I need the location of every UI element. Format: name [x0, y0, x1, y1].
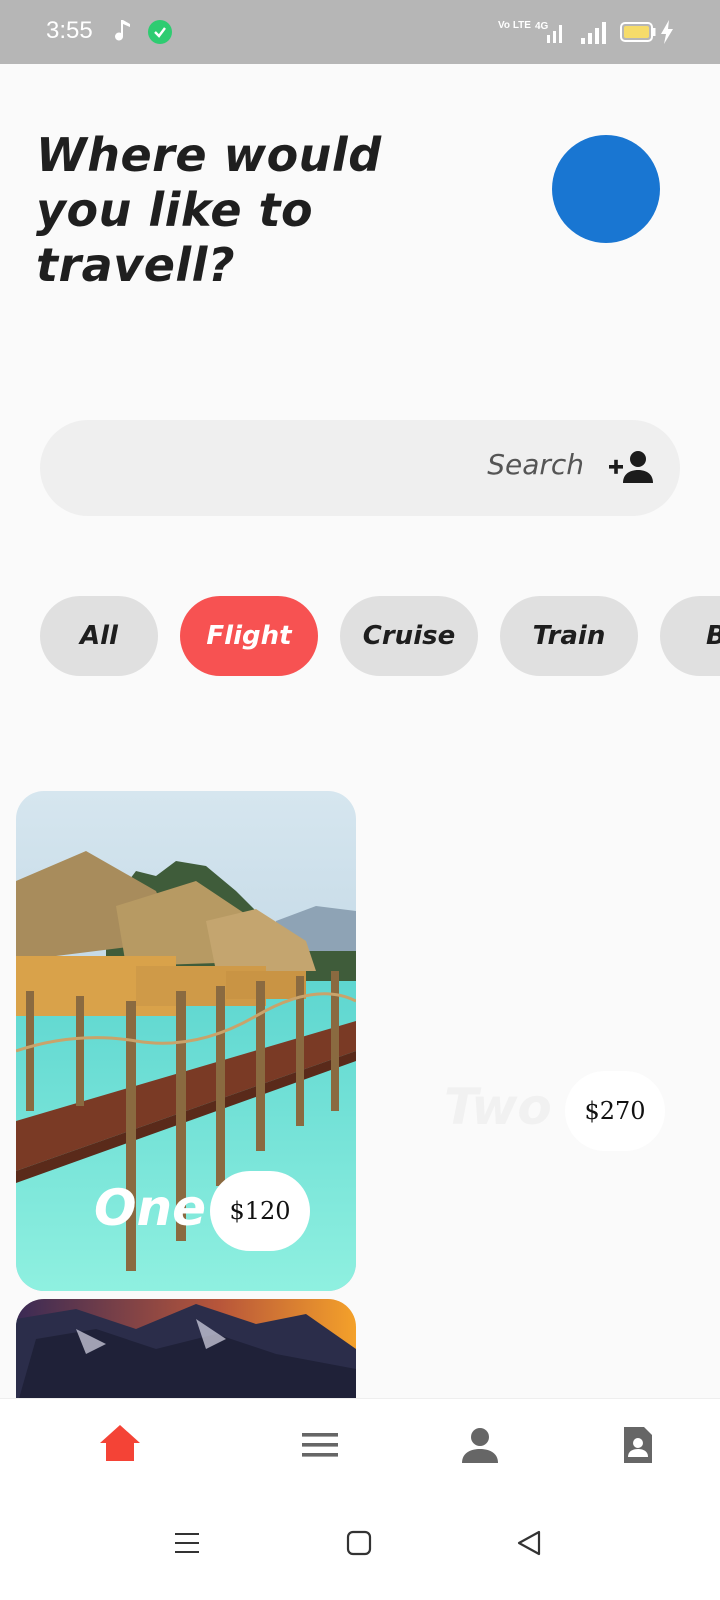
category-chips: All Flight Cruise Train B	[40, 596, 720, 676]
recent-apps-icon[interactable]	[172, 1528, 202, 1558]
page-title: Where would you like to travell?	[36, 128, 382, 292]
status-bar: 3:55 Vo LTE 4G	[0, 0, 720, 64]
4g-signal-icon: 4G	[535, 21, 562, 43]
add-person-icon[interactable]	[608, 450, 654, 484]
home-square-icon[interactable]	[344, 1528, 374, 1558]
system-navigation	[0, 1498, 720, 1600]
card-three-image	[16, 1299, 356, 1409]
charging-bolt-icon	[661, 20, 673, 44]
card-one-price: $120	[210, 1171, 310, 1251]
contact-card-icon[interactable]	[614, 1421, 662, 1469]
search-bar[interactable]: Search	[40, 420, 680, 516]
card-two-title: Two	[444, 1078, 552, 1136]
person-icon[interactable]	[456, 1421, 504, 1469]
card-one-title: One	[94, 1179, 207, 1237]
chip-flight[interactable]: Flight	[180, 596, 318, 676]
bottom-navigation	[0, 1398, 720, 1498]
chip-all[interactable]: All	[40, 596, 158, 676]
chip-label: Flight	[206, 621, 292, 651]
card-two-price: $270	[565, 1071, 665, 1151]
search-label: Search	[487, 448, 584, 481]
battery-icon	[620, 22, 656, 42]
check-circle-icon	[148, 20, 172, 44]
music-note-icon	[115, 20, 130, 41]
avatar[interactable]	[552, 135, 660, 243]
status-time: 3:55	[46, 17, 93, 44]
volte-icon: Vo LTE	[498, 20, 531, 31]
destination-card-three[interactable]	[16, 1299, 356, 1409]
chip-label: Train	[532, 621, 606, 651]
back-icon[interactable]	[514, 1528, 544, 1558]
screen: 3:55 Vo LTE 4G Where would you like to t…	[0, 0, 720, 1600]
chip-label: All	[80, 621, 118, 651]
home-icon[interactable]	[96, 1421, 144, 1469]
network-label: 4G	[535, 21, 549, 32]
chip-label: Cruise	[362, 621, 456, 651]
chip-b[interactable]: B	[660, 596, 720, 676]
destination-card-one[interactable]: One $120	[16, 791, 356, 1291]
signal-bars-icon	[581, 22, 606, 44]
chip-train[interactable]: Train	[500, 596, 638, 676]
chip-label: B	[706, 621, 720, 651]
menu-icon[interactable]	[296, 1421, 344, 1469]
chip-cruise[interactable]: Cruise	[340, 596, 478, 676]
